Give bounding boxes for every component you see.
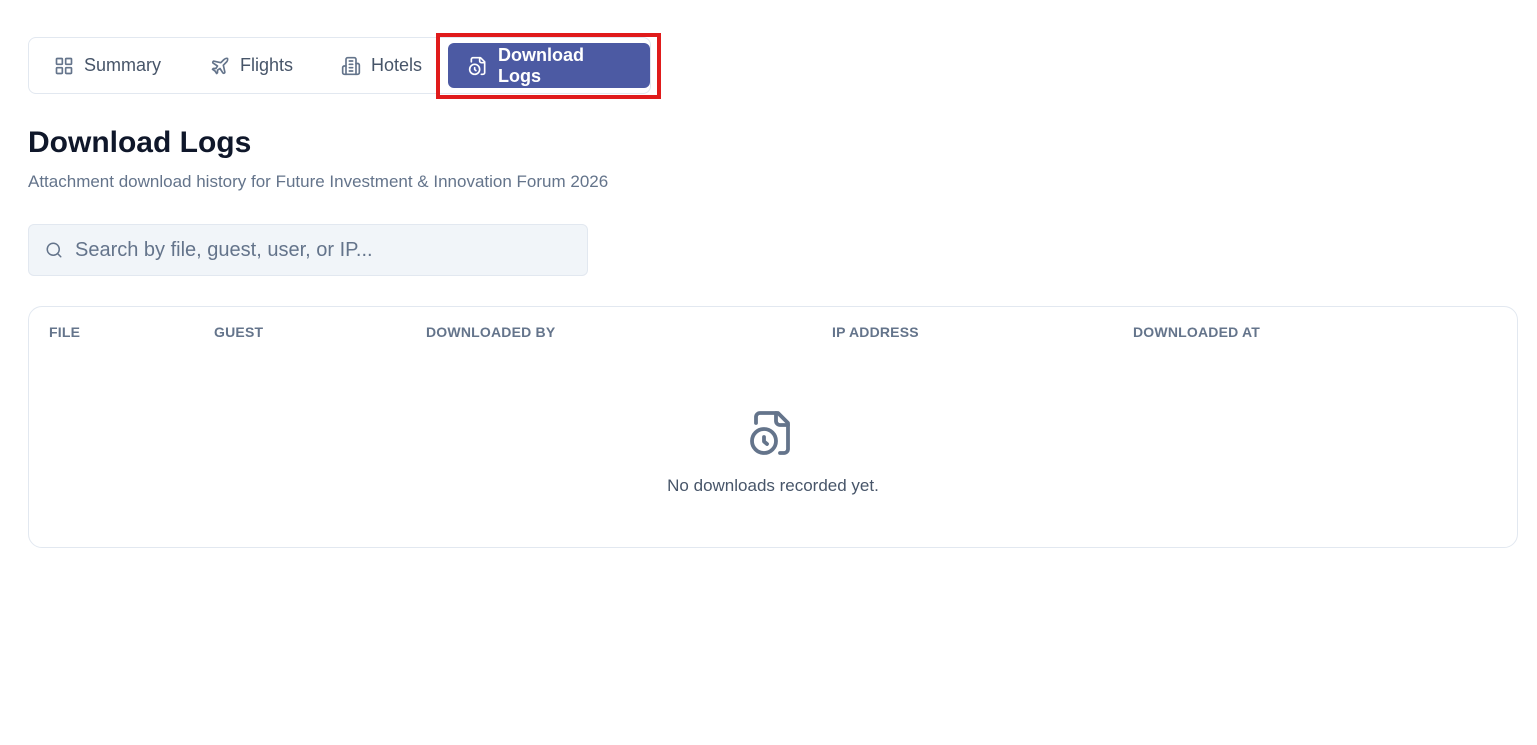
- column-header-guest[interactable]: GUEST: [214, 324, 263, 340]
- page-subtitle: Attachment download history for Future I…: [28, 172, 609, 191]
- tab-download-logs-label: Download Logs: [498, 44, 584, 86]
- search-input[interactable]: [75, 238, 555, 262]
- column-header-downloaded-by[interactable]: DOWNLOADED BY: [426, 324, 555, 340]
- column-header-downloaded-at[interactable]: DOWNLOADED AT: [1133, 324, 1260, 340]
- download-logs-table: FILE GUEST DOWNLOADED BY IP ADDRESS DOWN…: [28, 306, 1518, 548]
- tab-bar: Summary Flights Hotels Download Logs: [28, 37, 651, 94]
- column-header-file[interactable]: FILE: [49, 324, 80, 340]
- search-icon: [46, 242, 62, 258]
- tab-flights[interactable]: Flights: [185, 43, 313, 88]
- file-clock-icon: [468, 56, 486, 75]
- tab-flights-label: Flights: [240, 55, 294, 75]
- tab-summary-label: Summary: [84, 55, 162, 75]
- building-icon: [341, 56, 361, 75]
- tab-summary[interactable]: Summary: [29, 43, 181, 88]
- file-clock-icon: [750, 411, 790, 455]
- tab-hotels[interactable]: Hotels: [316, 43, 442, 88]
- page-title: Download Logs: [28, 126, 252, 159]
- grid-icon: [55, 57, 73, 74]
- plane-icon: [211, 57, 229, 74]
- tab-hotels-label: Hotels: [371, 55, 423, 75]
- tab-download-logs[interactable]: Download Logs: [448, 43, 650, 88]
- search-box: [28, 224, 588, 276]
- column-header-ip-address[interactable]: IP ADDRESS: [832, 324, 919, 340]
- empty-state-message: No downloads recorded yet.: [667, 476, 879, 495]
